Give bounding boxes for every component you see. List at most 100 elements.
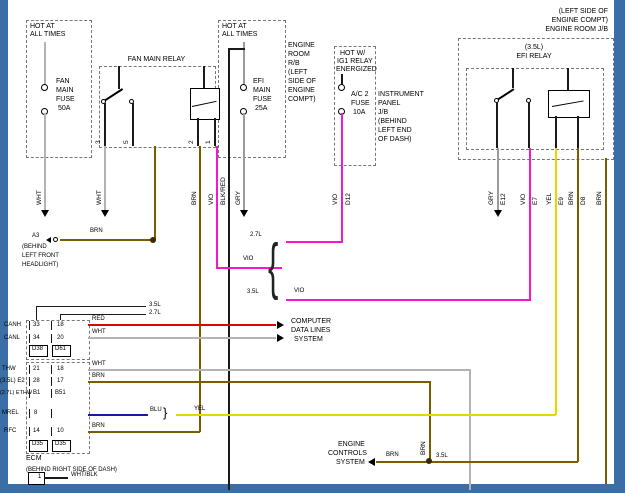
window-border-right — [614, 0, 625, 493]
system-arrow — [368, 458, 375, 466]
relay-pin-number: 1 — [205, 140, 213, 144]
a3-connector-terminal-icon — [53, 237, 58, 242]
relay-feed-wire — [118, 66, 120, 89]
relay-pin-number: 5 — [123, 140, 131, 144]
engine-room-rb-label: COMPT) — [288, 96, 316, 104]
wire-continues-arrow — [101, 210, 109, 217]
efi-relay-coil-pin — [555, 116, 557, 148]
wire-color-label: WHT — [92, 361, 106, 368]
ecm-pin-number: 34 — [33, 335, 40, 342]
wire-color-label: WHT — [92, 329, 106, 336]
engine-room-jb-title: ENGINE ROOM J/B — [524, 26, 608, 34]
pin-tick — [29, 389, 30, 398]
yel-wire-e9 — [555, 148, 557, 415]
engine-room-rb-label: ROOM — [288, 51, 310, 59]
wire-continues-arrow — [41, 210, 49, 217]
ecm-variant-35l: 3.5L — [149, 302, 161, 309]
instrument-panel-jb-label: OF DASH) — [378, 136, 411, 144]
ecm-pin-number: B1 — [33, 390, 40, 397]
engine-room-jb-location: ENGINE COMPT) — [524, 17, 608, 25]
a3-connector-arrow-icon — [46, 237, 51, 243]
instrument-panel-jb-label: J/B — [378, 109, 388, 117]
ecm-pin1-box — [28, 472, 45, 485]
fan-main-relay-title: FAN MAIN RELAY — [99, 56, 214, 64]
efi-relay-pin-stub — [496, 102, 498, 148]
wire-pin-label: E12 — [500, 193, 508, 205]
blkred-tap-wire — [228, 48, 245, 50]
fan-fuse-label: MAIN — [56, 87, 74, 95]
engine-controls-label: CONTROLS — [328, 450, 367, 458]
wht-wire-canl — [88, 337, 276, 339]
pin-tick — [51, 409, 52, 418]
gry-wire-e12 — [497, 148, 499, 210]
wht-wire-thw — [88, 369, 470, 371]
ecm-pin-label-thw: THW — [2, 366, 16, 373]
efi-relay-variant: (3.5L) — [504, 44, 564, 52]
wire-color-label: VIO — [332, 194, 340, 205]
ecm-pin-number: 14 — [33, 428, 40, 435]
efi-relay-coil-pin — [577, 116, 579, 148]
brn-wire-e2-down — [429, 381, 431, 462]
relay-coil-feed — [203, 66, 205, 88]
hot-at-all-times-2: HOT AT — [222, 23, 247, 31]
ecm-pin-label-rfc: RFC — [4, 428, 16, 435]
instrument-panel-jb-label: LEFT END — [378, 127, 412, 135]
wire-color-label: YEL — [546, 193, 554, 205]
wire-color-label: BRN — [568, 191, 576, 205]
pin-tick — [29, 334, 30, 343]
ecm-pin1-number: 1 — [38, 474, 41, 481]
pin-tick — [29, 427, 30, 436]
wire-color-label: GRY — [488, 191, 496, 205]
wire-color-label: BLK/RED — [220, 177, 228, 205]
engine-room-rb-label: (LEFT — [288, 69, 307, 77]
ac-fuse-label: A/C 2 — [351, 91, 369, 99]
ecm-pin-label-canh: CANH — [4, 322, 21, 329]
brn-wire-jb-right — [605, 158, 607, 484]
efi-fuse-label: MAIN — [253, 87, 271, 95]
computer-data-lines-label: SYSTEM — [294, 336, 323, 344]
relay-pin2-stub — [197, 118, 199, 146]
blu-wire-mrel — [88, 414, 148, 416]
variant-elbow-35l — [36, 306, 37, 320]
pin-tick — [51, 334, 52, 343]
engine-room-rb-label: ENGINE — [288, 42, 315, 50]
wire-color-label: BRN — [420, 441, 428, 455]
fan-fuse-label: FUSE — [56, 96, 75, 104]
wire-color-label: VIO — [520, 194, 528, 205]
efi-relay-feed-wire — [512, 68, 514, 88]
vio-wire-35l-branch — [286, 299, 531, 301]
brn-wire-rfc — [88, 431, 200, 433]
wire-pin-label: E7 — [532, 197, 540, 205]
hot-at-all-times-2b: ALL TIMES — [222, 31, 257, 39]
efi-relay-title: EFI RELAY — [504, 53, 564, 61]
yel-wire-mrel — [176, 414, 556, 416]
blkred-wire — [228, 48, 230, 490]
brn-wire-a3 — [60, 239, 152, 241]
efi-relay-coil-feed — [567, 68, 569, 90]
ac-fuse-rating: 10A — [353, 109, 365, 117]
engine-room-jb-location: (LEFT SIDE OF — [524, 8, 608, 16]
pin-tick — [29, 365, 30, 374]
efi-fuse-label: FUSE — [253, 96, 272, 104]
efi-relay-pin-stub — [528, 102, 530, 148]
fan-fuse-label: FAN — [56, 78, 70, 86]
relay-pin3-stub — [104, 103, 106, 146]
wire-color-label: VIO — [208, 194, 216, 205]
variant-elbow-27l — [60, 314, 146, 315]
fuse-terminal-icon — [240, 84, 247, 91]
wire-color-label: BRN — [92, 373, 105, 380]
window-border-bottom — [0, 484, 625, 493]
ecm-title: ECM — [26, 455, 42, 463]
computer-data-lines-label: COMPUTER — [291, 318, 331, 326]
efi-fuse-rating: 25A — [255, 105, 267, 113]
wire-continues-arrow — [494, 210, 502, 217]
wire-pin-label: D8 — [580, 197, 588, 205]
wire-color-label: WHT — [96, 190, 104, 205]
hot-ig1-label: IG1 RELAY — [337, 58, 373, 66]
variant-label-35l: 3.5L — [436, 453, 448, 460]
variant-label-35l: 3.5L — [247, 289, 259, 296]
ecm-variant-27l: 2.7L — [149, 310, 161, 317]
instrument-panel-jb-label: INSTRUMENT — [378, 91, 424, 99]
relay-pin-number: 3 — [95, 140, 103, 144]
wire-color-label: WHT — [36, 190, 44, 205]
